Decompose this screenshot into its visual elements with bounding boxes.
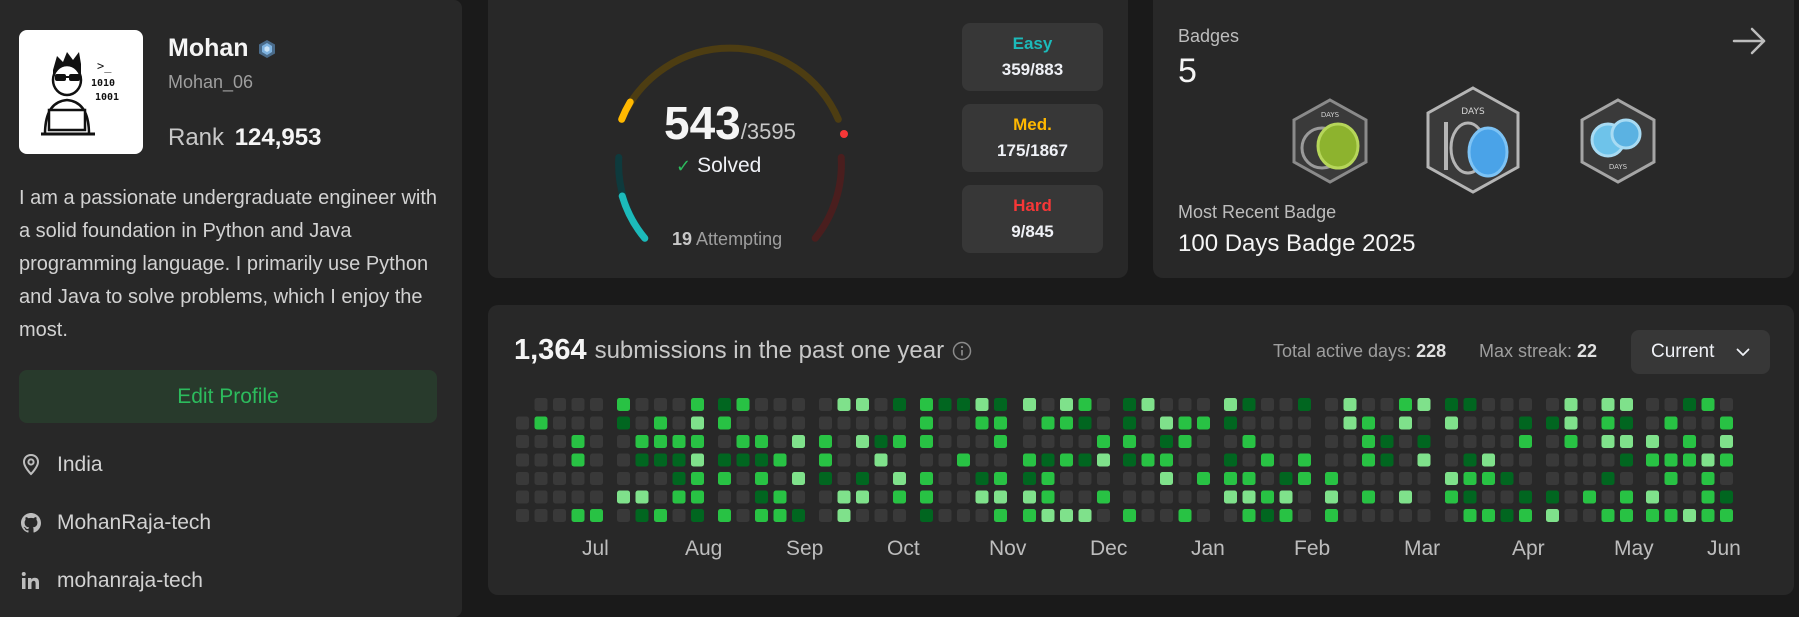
- github-link[interactable]: MohanRaja-tech: [57, 511, 211, 535]
- rank-label: Rank: [168, 124, 225, 151]
- svg-text:1010: 1010: [91, 78, 115, 89]
- solved-count: 543 /3595: [664, 96, 796, 150]
- linkedin-row[interactable]: mohanraja-tech: [19, 569, 203, 593]
- solved-label-row: ✓ Solved: [676, 154, 761, 178]
- max-streak-value: 22: [1577, 341, 1598, 361]
- active-days-value: 228: [1416, 341, 1447, 361]
- submissions-count: 1,364: [514, 334, 587, 366]
- easy-value: 359/883: [1001, 60, 1064, 79]
- 100-days-badge-icon[interactable]: DAYS: [1424, 86, 1522, 194]
- svg-text:>_: >_: [97, 59, 112, 73]
- submissions-label: submissions in the past one year: [594, 336, 945, 364]
- hard-stat[interactable]: Hard 9/845: [962, 185, 1103, 253]
- profile-rank: Rank 124,953: [168, 124, 321, 152]
- total-problems: /3595: [740, 119, 796, 144]
- month-label-jul: Jul: [582, 537, 609, 560]
- month-label-oct: Oct: [887, 537, 920, 560]
- solved-number: 543: [664, 97, 741, 149]
- recent-badge-label: Most Recent Badge: [1178, 202, 1337, 222]
- month-label-nov: Nov: [989, 537, 1027, 560]
- medium-stat[interactable]: Med. 175/1867: [962, 104, 1103, 172]
- month-label-jun: Jun: [1707, 537, 1741, 560]
- profile-bio: I am a passionate undergraduate engineer…: [19, 187, 438, 341]
- profile-name: Mohan: [168, 34, 249, 62]
- rank-value: 124,953: [234, 124, 322, 151]
- year-select[interactable]: Current: [1631, 330, 1770, 374]
- verified-badge-icon: [258, 39, 275, 58]
- month-label-feb: Feb: [1294, 537, 1331, 560]
- active-days-label: Total active days:: [1273, 341, 1412, 361]
- max-streak-label: Max streak:: [1479, 341, 1573, 361]
- month-label-apr: Apr: [1512, 537, 1545, 560]
- medium-value: 175/1867: [997, 141, 1068, 160]
- hard-value: 9/845: [1011, 222, 1054, 241]
- attempting-count: 19: [672, 229, 693, 249]
- linkedin-icon: [21, 572, 39, 589]
- year-select-value: Current: [1651, 341, 1715, 362]
- month-label-sep: Sep: [786, 537, 824, 560]
- month-label-mar: Mar: [1404, 537, 1441, 560]
- edit-profile-button[interactable]: Edit Profile: [19, 370, 437, 423]
- medium-label: Med.: [1013, 115, 1052, 134]
- month-label-jan: Jan: [1191, 537, 1225, 560]
- svg-text:1001: 1001: [95, 92, 119, 103]
- 50-days-badge-icon[interactable]: DAYS: [1290, 98, 1370, 184]
- hard-label: Hard: [1013, 196, 1052, 215]
- submissions-title: 1,364 submissions in the past one year: [514, 334, 972, 367]
- location-pin-icon: [22, 453, 40, 476]
- arrow-right-icon[interactable]: [1732, 26, 1768, 56]
- avatar-illustration: >_ 1010 1001: [41, 52, 119, 136]
- month-label-dec: Dec: [1090, 537, 1128, 560]
- badge-days-label-1: DAYS: [1321, 111, 1340, 119]
- github-row[interactable]: MohanRaja-tech: [19, 511, 211, 535]
- month-label-aug: Aug: [685, 537, 723, 560]
- active-days-stat: Total active days: 228: [1273, 341, 1446, 362]
- max-streak-stat: Max streak: 22: [1479, 341, 1597, 362]
- location-row: India: [19, 453, 103, 477]
- solved-label: Solved: [697, 154, 762, 177]
- linkedin-link[interactable]: mohanraja-tech: [57, 569, 203, 593]
- location-text: India: [57, 453, 103, 476]
- badges-count: 5: [1178, 52, 1197, 90]
- badges-title: Badges: [1178, 26, 1240, 46]
- attempting-label: Attempting: [696, 229, 783, 249]
- recent-badge-name: 100 Days Badge 2025: [1178, 230, 1416, 257]
- easy-label: Easy: [1012, 34, 1053, 53]
- badge-days-label-3: DAYS: [1609, 163, 1628, 171]
- month-label-may: May: [1614, 537, 1654, 560]
- avatar[interactable]: >_ 1010 1001: [19, 30, 143, 154]
- github-icon: [21, 513, 41, 533]
- profile-username: Mohan_06: [168, 72, 254, 92]
- check-icon: ✓: [676, 155, 692, 176]
- attempting-text: 19 Attempting: [672, 229, 782, 250]
- info-icon[interactable]: [952, 341, 972, 361]
- badge-days-label-2: DAYS: [1461, 107, 1485, 117]
- profile-panel: >_ 1010 1001 Mohan Mohan_06 Rank 124,953…: [0, 0, 462, 617]
- days-badge-icon[interactable]: DAYS: [1578, 98, 1658, 184]
- name-row: Mohan: [168, 34, 277, 63]
- chevron-down-icon: [1736, 348, 1750, 356]
- easy-stat[interactable]: Easy 359/883: [962, 23, 1103, 91]
